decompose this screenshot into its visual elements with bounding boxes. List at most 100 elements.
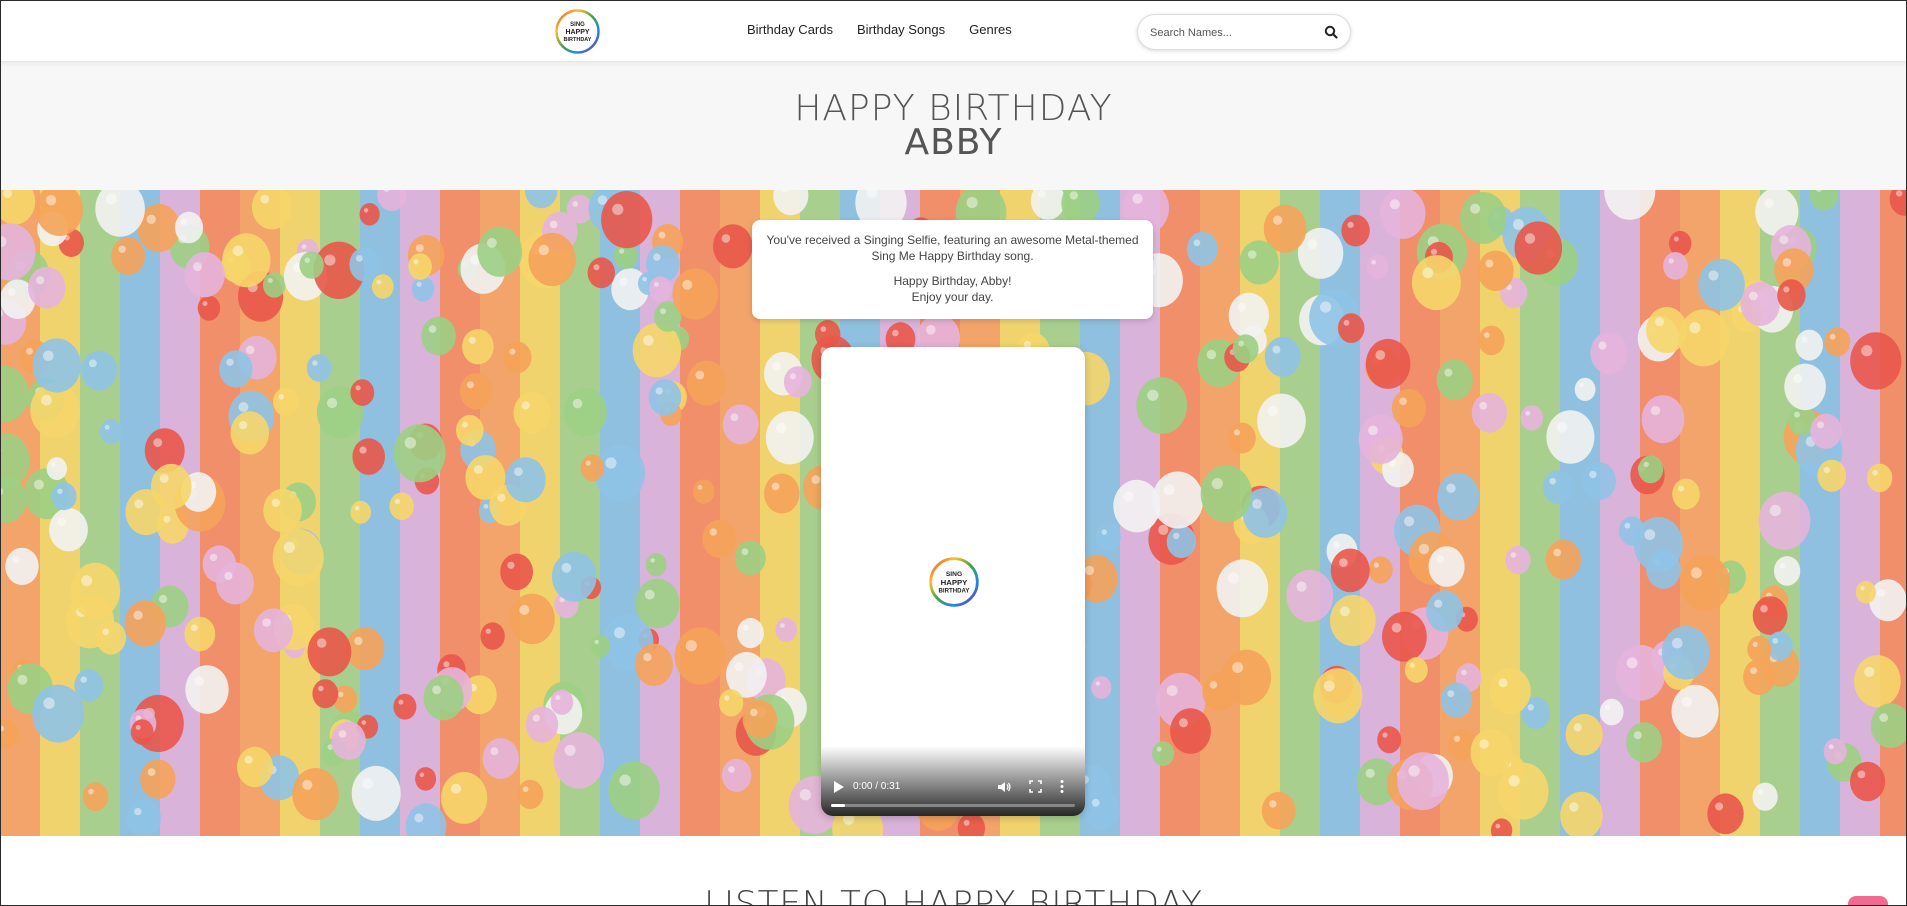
balloon bbox=[1752, 782, 1778, 811]
balloon-highlight bbox=[17, 674, 28, 685]
nav-birthday-songs[interactable]: Birthday Songs bbox=[857, 22, 945, 37]
fullscreen-icon[interactable] bbox=[1029, 780, 1042, 793]
balloon bbox=[1166, 525, 1196, 559]
balloon-highlight bbox=[404, 437, 417, 449]
balloon-highlight bbox=[301, 244, 307, 250]
balloon-highlight bbox=[1267, 405, 1279, 417]
balloon-highlight bbox=[468, 336, 476, 344]
balloon bbox=[251, 190, 292, 230]
balloon-highlight bbox=[466, 381, 474, 389]
balloon-highlight bbox=[246, 345, 255, 355]
balloon bbox=[1855, 580, 1876, 604]
balloon-highlight bbox=[302, 779, 313, 790]
balloon bbox=[349, 247, 381, 282]
balloon bbox=[1382, 611, 1427, 662]
balloon-highlight bbox=[490, 747, 499, 756]
balloon bbox=[441, 772, 488, 824]
balloon-highlight bbox=[1178, 718, 1188, 728]
play-icon[interactable] bbox=[833, 780, 845, 794]
balloon bbox=[1426, 590, 1464, 632]
balloon-highlight bbox=[361, 720, 367, 725]
balloon bbox=[1546, 410, 1595, 464]
balloon bbox=[111, 237, 145, 275]
balloon-highlight bbox=[507, 561, 515, 569]
balloon bbox=[1599, 698, 1624, 726]
balloon-highlight bbox=[643, 653, 652, 662]
balloon-highlight bbox=[532, 714, 540, 722]
balloon bbox=[1679, 554, 1731, 612]
balloon-highlight bbox=[432, 685, 441, 695]
balloon-highlight bbox=[1147, 389, 1159, 401]
balloon bbox=[292, 768, 339, 821]
main-nav: Birthday Cards Birthday Songs Genres bbox=[747, 22, 1012, 37]
balloon-highlight bbox=[1409, 662, 1415, 668]
balloon-highlight bbox=[1829, 333, 1836, 340]
balloon-highlight bbox=[734, 662, 744, 672]
balloon bbox=[306, 354, 332, 382]
logo-icon[interactable]: SING HAPPY BIRTHDAY bbox=[555, 9, 600, 54]
balloon bbox=[1850, 761, 1886, 802]
balloon-highlight bbox=[51, 462, 56, 467]
balloon bbox=[734, 540, 766, 576]
balloon-highlight bbox=[572, 201, 579, 207]
balloon bbox=[1505, 545, 1531, 575]
balloon bbox=[1136, 377, 1188, 434]
balloon-highlight bbox=[450, 783, 462, 794]
balloon-highlight bbox=[612, 203, 624, 215]
balloon-highlight bbox=[163, 515, 171, 523]
balloon bbox=[1817, 459, 1847, 492]
balloon-highlight bbox=[1782, 258, 1792, 267]
more-icon[interactable] bbox=[1059, 779, 1065, 794]
balloon-highlight bbox=[1760, 604, 1768, 613]
balloon bbox=[1264, 336, 1301, 377]
search-icon[interactable] bbox=[1324, 25, 1338, 39]
balloon-highlight bbox=[271, 498, 280, 507]
balloon bbox=[775, 617, 797, 642]
balloon bbox=[456, 414, 484, 446]
search-input[interactable] bbox=[1150, 23, 1315, 43]
balloon-highlight bbox=[159, 474, 169, 483]
balloon bbox=[1752, 596, 1788, 635]
balloon bbox=[648, 379, 682, 416]
balloon bbox=[513, 392, 551, 434]
balloon-highlight bbox=[267, 278, 273, 283]
balloon bbox=[352, 438, 386, 475]
balloon bbox=[672, 268, 719, 320]
video-progress-bar[interactable] bbox=[831, 804, 1075, 807]
balloon bbox=[1200, 465, 1253, 523]
balloon-highlight bbox=[428, 325, 437, 333]
balloon-highlight bbox=[1447, 690, 1455, 698]
balloon bbox=[1478, 325, 1505, 356]
balloon-highlight bbox=[1237, 302, 1247, 312]
balloon-highlight bbox=[1626, 657, 1638, 669]
svg-text:HAPPY: HAPPY bbox=[565, 29, 589, 36]
balloon-highlight bbox=[1206, 349, 1217, 360]
balloon-highlight bbox=[644, 589, 655, 600]
chat-widget-button[interactable] bbox=[1848, 896, 1888, 906]
balloon bbox=[742, 700, 777, 739]
balloon-highlight bbox=[57, 517, 66, 527]
balloon bbox=[1633, 517, 1683, 572]
balloon bbox=[219, 350, 253, 388]
balloon-highlight bbox=[1673, 236, 1679, 242]
video-player[interactable]: SING HAPPY BIRTHDAY 0:00 / 0:31 bbox=[821, 347, 1085, 816]
balloon-highlight bbox=[605, 457, 617, 469]
balloon-highlight bbox=[1668, 258, 1674, 264]
balloon-highlight bbox=[926, 325, 936, 335]
balloon-highlight bbox=[1166, 685, 1178, 696]
balloon bbox=[1581, 462, 1616, 501]
nav-birthday-cards[interactable]: Birthday Cards bbox=[747, 22, 833, 37]
balloon bbox=[1661, 626, 1710, 680]
balloon bbox=[184, 252, 225, 298]
balloon-highlight bbox=[1750, 667, 1757, 675]
balloon-highlight bbox=[398, 699, 404, 705]
balloon-highlight bbox=[1193, 239, 1201, 247]
balloon-highlight bbox=[695, 370, 705, 380]
svg-text:BIRTHDAY: BIRTHDAY bbox=[938, 588, 969, 595]
volume-icon[interactable] bbox=[997, 780, 1011, 794]
balloon-highlight bbox=[134, 499, 144, 509]
nav-genres[interactable]: Genres bbox=[969, 22, 1012, 37]
balloon-highlight bbox=[33, 479, 44, 490]
title-band: HAPPY BIRTHDAY ABBY bbox=[0, 62, 1907, 190]
balloon-highlight bbox=[730, 413, 739, 422]
